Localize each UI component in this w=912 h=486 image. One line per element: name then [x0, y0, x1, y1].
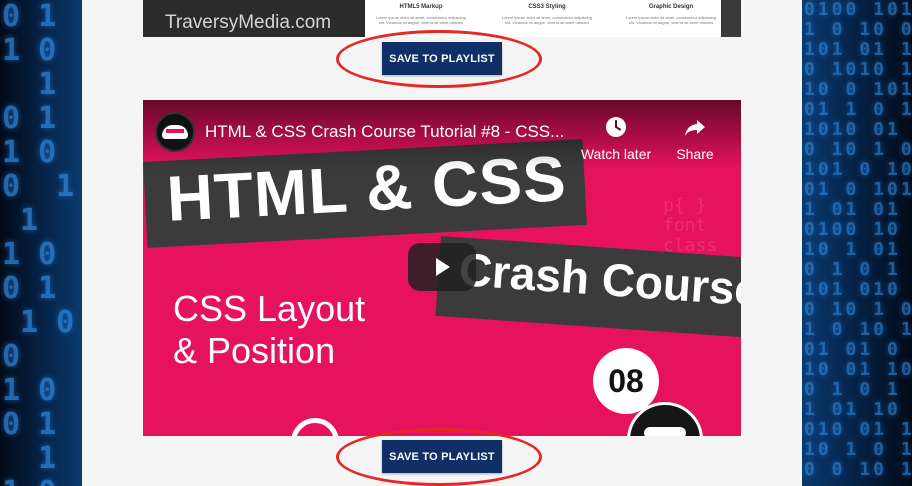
thumbnail-edge: [721, 0, 741, 37]
clock-icon: [579, 114, 653, 140]
background-right-panel: 0100 101 1 0 10 0 101 01 1 0 1010 1 10 0…: [802, 0, 912, 486]
thumbnail-column-text: Lorem ipsum dolor sit amet, consectetur …: [501, 15, 593, 25]
watch-later-button[interactable]: Watch later: [579, 114, 653, 162]
watch-later-label: Watch later: [580, 146, 652, 162]
binary-digits-left: 0 1 1 0 1 0 1 1 0 0 1 1 1 0 0 1 1 0 0 1 …: [2, 0, 75, 486]
content-column: TraversyMedia.com HTML5 Markup Lorem ips…: [82, 0, 802, 486]
share-button[interactable]: Share: [671, 114, 719, 162]
save-to-playlist-button[interactable]: SAVE TO PLAYLIST: [382, 42, 502, 75]
video-thumbnail-page: HTML5 Markup Lorem ipsum dolor sit amet,…: [365, 0, 741, 37]
thumbnail-subtitle: CSS Layout & Position: [173, 288, 366, 371]
video-title[interactable]: HTML & CSS Crash Course Tutorial #8 - CS…: [205, 122, 585, 142]
decorative-circle: [291, 418, 339, 436]
play-icon: [436, 258, 450, 276]
thumbnail-column: HTML5 Markup Lorem ipsum dolor sit amet,…: [373, 4, 469, 25]
thumbnail-column-text: Lorem ipsum dolor sit amet, consectetur …: [375, 15, 467, 25]
thumbnail-column-heading: Graphic Design: [648, 4, 694, 10]
thumbnail-column-heading: HTML5 Markup: [399, 4, 443, 10]
thumbnail-column-heading: CSS3 Styling: [528, 4, 566, 10]
video-brand-text: TraversyMedia.com: [165, 12, 332, 33]
share-label: Share: [676, 146, 714, 162]
share-arrow-icon: [671, 114, 719, 140]
thumbnail-column: Graphic Design Lorem ipsum dolor sit ame…: [623, 4, 719, 25]
binary-digits-right: 0100 101 1 0 10 0 101 01 1 0 1010 1 10 0…: [804, 0, 912, 480]
background-left-panel: 0 1 1 0 1 0 1 1 0 0 1 1 1 0 0 1 1 0 0 1 …: [0, 0, 82, 486]
video-embed-top[interactable]: TraversyMedia.com HTML5 Markup Lorem ips…: [143, 0, 741, 37]
thumbnail-column-text: Lorem ipsum dolor sit amet, consectetur …: [625, 15, 717, 25]
play-button[interactable]: [408, 243, 476, 291]
video-embed-main[interactable]: p{ } font class div{ flex } HTML & CSS C…: [143, 100, 741, 436]
channel-avatar[interactable]: [155, 112, 195, 152]
ninja-mask-icon: [162, 125, 188, 139]
thumbnail-column: CSS3 Styling Lorem ipsum dolor sit amet,…: [499, 4, 595, 25]
save-to-playlist-button[interactable]: SAVE TO PLAYLIST: [382, 440, 502, 473]
